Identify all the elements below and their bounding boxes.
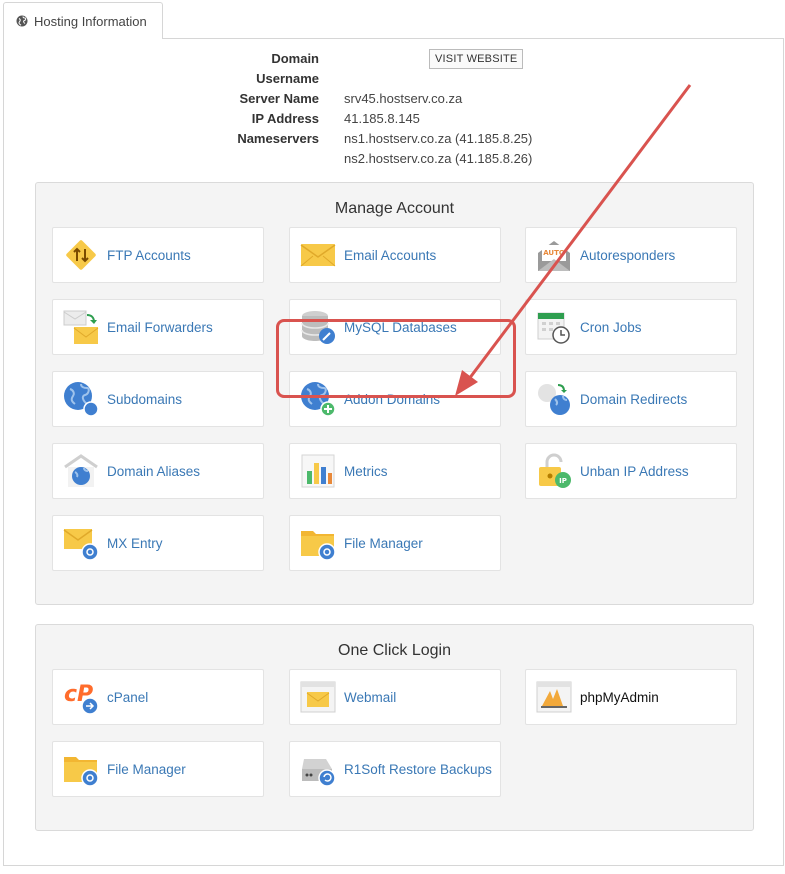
svg-text:AUTO: AUTO xyxy=(543,249,565,257)
tab-label: Hosting Information xyxy=(34,13,147,29)
tile-email-forwarders[interactable]: Email Forwarders xyxy=(52,299,264,355)
one-click-login-section: One Click Login cP cPanel Webmail phpMyA… xyxy=(35,624,754,831)
tile-label: File Manager xyxy=(344,535,423,551)
domain-alias-icon xyxy=(63,453,99,489)
tile-cpanel[interactable]: cP cPanel xyxy=(52,669,264,725)
server-name-value: srv45.hostserv.co.za xyxy=(344,91,463,106)
ftp-icon xyxy=(63,237,99,273)
tile-label: Email Forwarders xyxy=(107,319,213,335)
tile-label: R1Soft Restore Backups xyxy=(344,761,492,777)
tile-label: Domain Redirects xyxy=(580,391,688,407)
tile-label: Unban IP Address xyxy=(580,463,689,479)
redirect-icon xyxy=(536,381,572,417)
tile-label: MySQL Databases xyxy=(344,319,457,335)
tile-label: phpMyAdmin xyxy=(580,689,659,705)
tile-cron-jobs[interactable]: Cron Jobs xyxy=(525,299,737,355)
tile-metrics[interactable]: Metrics xyxy=(289,443,501,499)
visit-website-button[interactable]: VISIT WEBSITE xyxy=(429,49,524,69)
tile-email-accounts[interactable]: Email Accounts xyxy=(289,227,501,283)
cpanel-icon: cP xyxy=(63,679,99,715)
autoresponder-icon: AUTO xyxy=(536,237,572,273)
tile-ftp-accounts[interactable]: FTP Accounts xyxy=(52,227,264,283)
tile-label: Email Accounts xyxy=(344,247,437,263)
tile-autoresponders[interactable]: AUTO Autoresponders xyxy=(525,227,737,283)
tile-label: MX Entry xyxy=(107,535,163,551)
webmail-icon xyxy=(300,679,336,715)
tile-label: Webmail xyxy=(344,689,397,705)
tile-label: Subdomains xyxy=(107,391,183,407)
backup-restore-icon xyxy=(300,751,336,787)
nameserver-2-value: ns2.hostserv.co.za (41.185.8.26) xyxy=(344,151,533,166)
bar-chart-icon xyxy=(300,453,336,489)
tile-label: Cron Jobs xyxy=(580,319,642,335)
phpmyadmin-icon xyxy=(536,679,572,715)
mx-envelope-gear-icon xyxy=(63,525,99,561)
tile-unban-ip-address[interactable]: IP Unban IP Address xyxy=(525,443,737,499)
folder-gear-icon xyxy=(63,751,99,787)
database-icon xyxy=(300,309,336,345)
tile-file-manager[interactable]: File Manager xyxy=(289,515,501,571)
tile-label: Metrics xyxy=(344,463,388,479)
ip-address-label: IP Address xyxy=(251,111,319,126)
tile-domain-redirects[interactable]: Domain Redirects xyxy=(525,371,737,427)
section-title: One Click Login xyxy=(338,642,451,659)
globe-icon xyxy=(16,15,28,27)
tile-webmail[interactable]: Webmail xyxy=(289,669,501,725)
server-name-label: Server Name xyxy=(239,91,320,106)
nameserver-1-value: ns1.hostserv.co.za (41.185.8.25) xyxy=(344,131,533,146)
globe-plus-icon xyxy=(300,381,336,417)
tile-label: cPanel xyxy=(107,689,149,705)
tile-subdomains[interactable]: Subdomains xyxy=(52,371,264,427)
section-title: Manage Account xyxy=(334,200,455,217)
tile-file-manager-login[interactable]: File Manager xyxy=(52,741,264,797)
tile-label: FTP Accounts xyxy=(107,247,191,263)
tile-mysql-databases[interactable]: MySQL Databases xyxy=(289,299,501,355)
tab-hosting-information[interactable]: Hosting Information xyxy=(3,2,163,39)
manage-account-section: Manage Account FTP Accounts Email Accoun… xyxy=(35,182,754,605)
envelope-icon xyxy=(300,237,336,273)
ip-address-value: 41.185.8.145 xyxy=(344,111,420,126)
tile-label: Domain Aliases xyxy=(107,463,201,479)
calendar-clock-icon xyxy=(536,309,572,345)
tile-label: Autoresponders xyxy=(580,247,676,263)
hosting-panel: Domain VISIT WEBSITE Username Server Nam… xyxy=(3,38,784,866)
domain-label: Domain xyxy=(271,51,319,66)
svg-text:IP: IP xyxy=(559,477,567,485)
username-label: Username xyxy=(256,71,319,86)
globe-icon xyxy=(63,381,99,417)
tile-label: Addon Domains xyxy=(344,391,441,407)
tile-domain-aliases[interactable]: Domain Aliases xyxy=(52,443,264,499)
nameservers-label: Nameservers xyxy=(237,131,319,146)
tile-r1soft-restore-backups[interactable]: R1Soft Restore Backups xyxy=(289,741,501,797)
tile-addon-domains[interactable]: Addon Domains xyxy=(289,371,501,427)
tile-label: File Manager xyxy=(107,761,186,777)
unlock-ip-icon: IP xyxy=(536,453,572,489)
email-forwarder-icon xyxy=(63,309,99,345)
tile-phpmyadmin[interactable]: phpMyAdmin xyxy=(525,669,737,725)
folder-gear-icon xyxy=(300,525,336,561)
tile-mx-entry[interactable]: MX Entry xyxy=(52,515,264,571)
